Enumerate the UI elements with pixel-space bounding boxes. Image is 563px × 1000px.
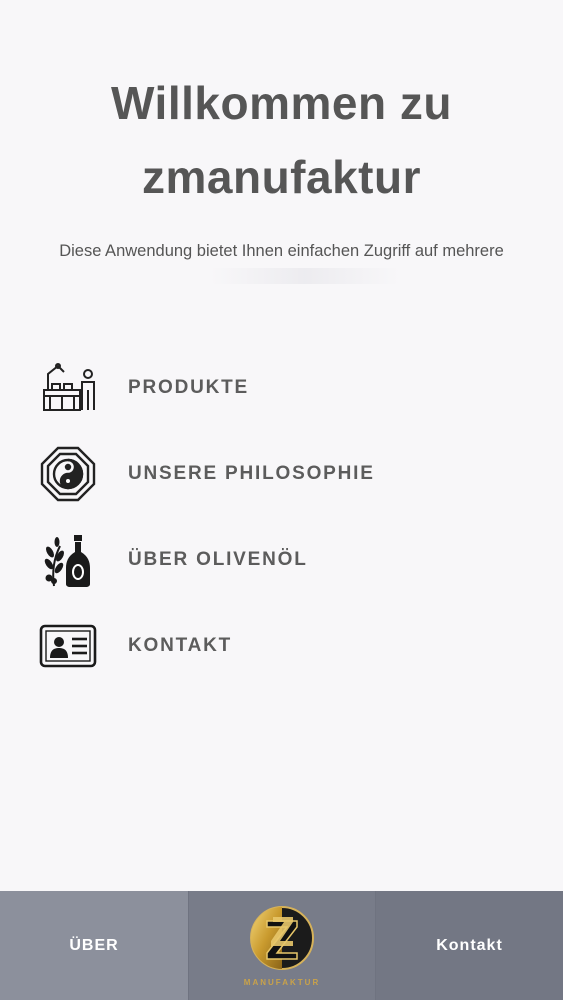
- nav-kontakt-label: Kontakt: [436, 936, 503, 954]
- zmanufaktur-logo: [249, 905, 315, 976]
- menu-item-produkte[interactable]: PRODUKTE: [38, 345, 538, 431]
- intro-text-faded: [210, 268, 400, 284]
- intro-text: Diese Anwendung bietet Ihnen einfachen Z…: [59, 242, 504, 260]
- olive-oil-icon: [38, 530, 98, 590]
- bottom-nav: ÜBER MANUFAKTUR Kontakt: [0, 891, 563, 1000]
- menu-item-kontakt[interactable]: KONTAKT: [38, 603, 538, 689]
- menu-item-label: UNSERE PHILOSOPHIE: [128, 463, 375, 484]
- menu-item-olivenoel[interactable]: ÜBER OLIVENÖL: [38, 517, 538, 603]
- logo-wordmark: MANUFAKTUR: [243, 977, 321, 987]
- factory-icon: [38, 358, 98, 418]
- yin-yang-icon: [38, 444, 98, 504]
- home-logo-button[interactable]: MANUFAKTUR: [188, 891, 376, 1000]
- menu-item-label: KONTAKT: [128, 635, 233, 656]
- nav-kontakt-button[interactable]: Kontakt: [376, 891, 563, 1000]
- id-card-icon: [38, 616, 98, 676]
- menu-item-label: ÜBER OLIVENÖL: [128, 549, 308, 570]
- nav-ueber-button[interactable]: ÜBER: [0, 891, 188, 1000]
- title-line-2: zmanufaktur: [142, 151, 421, 203]
- menu-item-label: PRODUKTE: [128, 377, 250, 398]
- title-line-1: Willkommen zu: [111, 77, 452, 129]
- main-menu: PRODUKTE UNSERE PHILOSOPHIE ÜBER OLIVENÖ…: [38, 345, 538, 689]
- menu-item-philosophie[interactable]: UNSERE PHILOSOPHIE: [38, 431, 538, 517]
- page-title: Willkommen zu zmanufaktur: [0, 66, 563, 214]
- nav-ueber-label: ÜBER: [69, 936, 119, 954]
